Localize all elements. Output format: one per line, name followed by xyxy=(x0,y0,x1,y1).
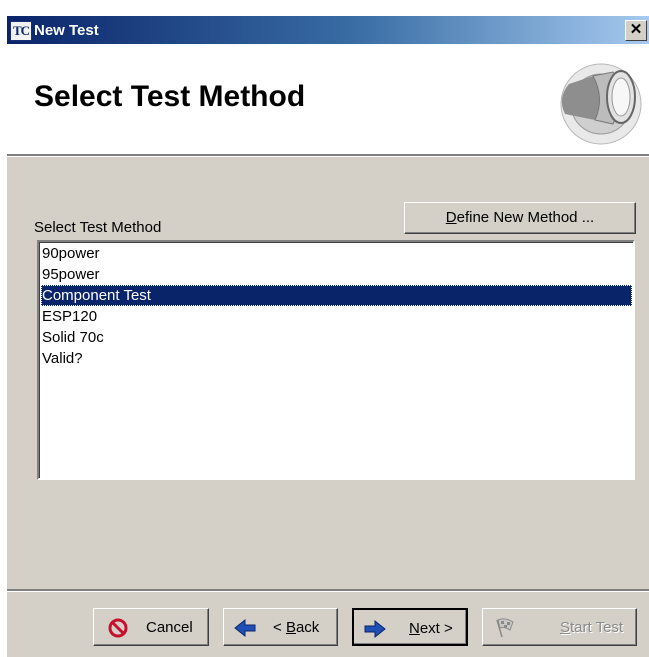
footer-divider xyxy=(7,589,649,592)
next-arrow-icon xyxy=(364,619,386,639)
define-new-method-button[interactable]: Define New Method ... xyxy=(404,202,636,234)
define-label: efine New Method ... xyxy=(456,209,595,226)
list-item[interactable]: 90power xyxy=(41,243,632,264)
next-label: ext > xyxy=(419,620,453,637)
page-title: Select Test Method xyxy=(34,80,306,113)
list-item-selected[interactable]: Component Test xyxy=(41,285,632,306)
list-item[interactable]: Solid 70c xyxy=(41,327,632,348)
window-title: New Test xyxy=(34,22,99,39)
cancel-label: Cancel xyxy=(146,619,193,636)
back-prefix: < xyxy=(273,619,286,636)
list-item[interactable]: 95power xyxy=(41,264,632,285)
checkered-flag-icon xyxy=(496,618,514,638)
back-mnemonic: B xyxy=(285,619,296,636)
back-arrow-icon xyxy=(234,618,256,638)
start-test-button[interactable]: Start Test xyxy=(482,608,637,646)
define-mnemonic: D xyxy=(445,209,457,226)
start-mnemonic: S xyxy=(560,619,571,636)
cancel-icon xyxy=(108,618,128,638)
start-label: tart Test xyxy=(570,619,624,636)
title-bar[interactable]: TC New Test ✕ xyxy=(7,16,649,44)
list-item[interactable]: Valid? xyxy=(41,348,632,369)
speaker-icon xyxy=(560,63,642,145)
list-label: Select Test Method xyxy=(34,219,162,236)
new-test-dialog: TC New Test ✕ Select Test Method Select … xyxy=(7,16,649,657)
next-button[interactable]: Next > xyxy=(352,608,468,646)
app-icon: TC xyxy=(10,21,32,41)
header-band: Select Test Method xyxy=(7,44,649,154)
close-icon: ✕ xyxy=(629,21,643,38)
next-mnemonic: N xyxy=(409,620,420,637)
back-button[interactable]: < Back xyxy=(223,608,338,646)
list-item[interactable]: ESP120 xyxy=(41,306,632,327)
back-label: ack xyxy=(295,619,320,636)
cancel-button[interactable]: Cancel xyxy=(93,608,209,646)
close-button[interactable]: ✕ xyxy=(625,20,647,41)
header-divider xyxy=(7,154,649,157)
test-method-list[interactable]: 90power 95power Component Test ESP120 So… xyxy=(37,240,635,480)
